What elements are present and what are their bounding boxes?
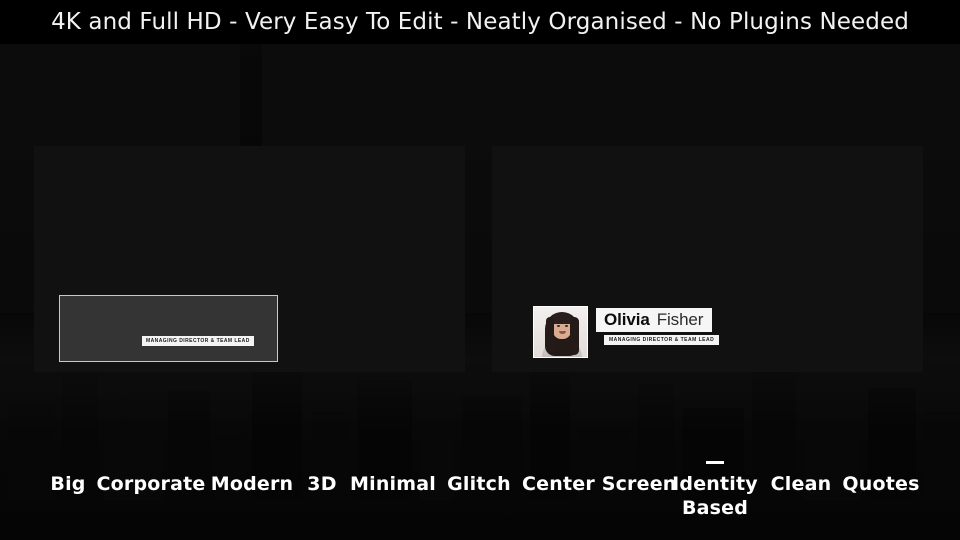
nav-item-center-screen[interactable]: Center Screen: [522, 472, 676, 496]
slide-stage: 4K and Full HD - Very Easy To Edit - Nea…: [0, 0, 960, 540]
first-name: Olivia: [604, 310, 650, 329]
lower-third-placeholder-box: MANAGING DIRECTOR & TEAM LEAD: [59, 295, 278, 362]
identity-card: Olivia Fisher MANAGING DIRECTOR & TEAM L…: [533, 306, 720, 358]
nav-item-minimal[interactable]: Minimal: [348, 472, 438, 496]
nav-item-big[interactable]: Big: [46, 472, 90, 496]
photo-hair-strand-right: [570, 317, 579, 355]
identity-text-group: Olivia Fisher MANAGING DIRECTOR & TEAM L…: [596, 308, 720, 345]
nav-item-3d[interactable]: 3D: [300, 472, 344, 496]
nav-item-glitch[interactable]: Glitch: [442, 472, 516, 496]
last-name: Fisher: [656, 310, 704, 329]
nav-item-modern[interactable]: Modern: [208, 472, 296, 496]
feature-banner-text: 4K and Full HD - Very Easy To Edit - Nea…: [51, 9, 909, 35]
role-tag-left: MANAGING DIRECTOR & TEAM LEAD: [142, 336, 254, 346]
nav-item-quotes[interactable]: Quotes: [838, 472, 924, 496]
nav-item-clean[interactable]: Clean: [764, 472, 838, 496]
nav-item-corporate[interactable]: Corporate: [96, 472, 206, 496]
nav-item-identity-based[interactable]: Identity Based: [672, 472, 758, 520]
portrait-photo: [533, 306, 588, 358]
feature-banner: 4K and Full HD - Very Easy To Edit - Nea…: [0, 0, 960, 44]
category-nav: Big Corporate Modern 3D Minimal Glitch C…: [0, 462, 960, 524]
active-item-marker: [706, 461, 724, 464]
preview-panel-left[interactable]: MANAGING DIRECTOR & TEAM LEAD: [34, 146, 465, 372]
photo-eye-left: [557, 325, 560, 327]
preview-panel-right[interactable]: Olivia Fisher MANAGING DIRECTOR & TEAM L…: [492, 146, 923, 372]
photo-eye-right: [565, 325, 568, 327]
name-bar: Olivia Fisher: [596, 308, 713, 332]
photo-hair-strand-left: [546, 317, 554, 353]
role-tag-right: MANAGING DIRECTOR & TEAM LEAD: [604, 335, 720, 345]
